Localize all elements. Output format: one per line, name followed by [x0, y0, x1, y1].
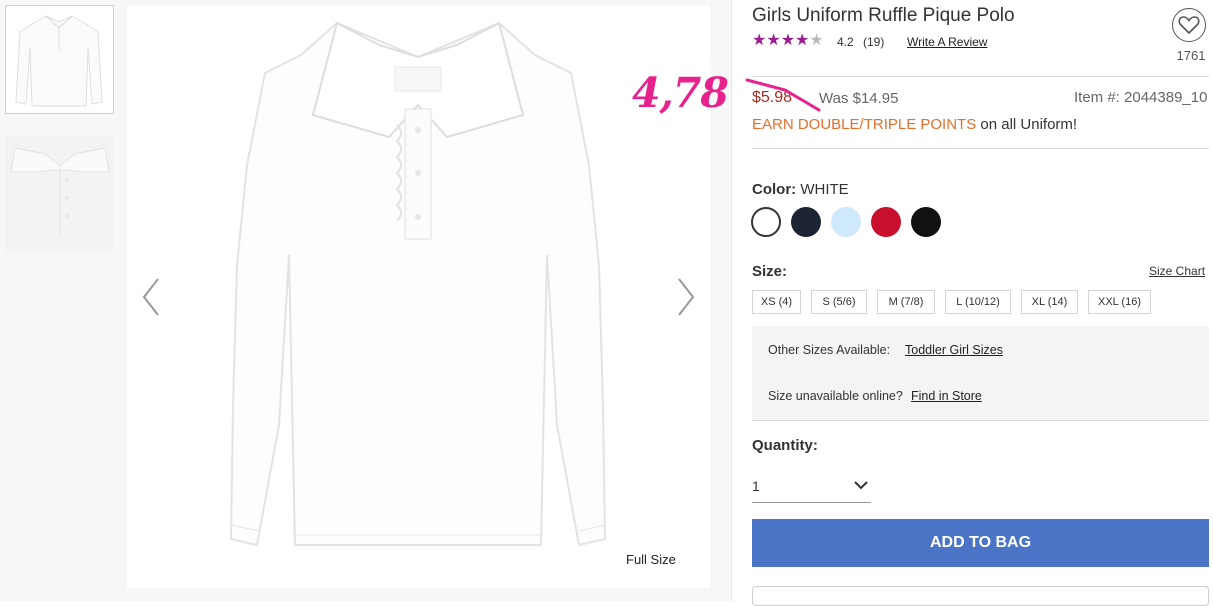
size-unavailable-panel: Size unavailable online? Find in Store	[752, 372, 1209, 420]
other-sizes-panel: Other Sizes Available: Toddler Girl Size…	[752, 326, 1209, 374]
favorite-button[interactable]	[1172, 8, 1206, 42]
star-icon: ★	[780, 32, 796, 49]
star-empty-icon: ★	[809, 32, 824, 49]
rating-value: 4.2	[837, 35, 854, 49]
quantity-label: Quantity:	[752, 437, 818, 454]
handwritten-price-annotation: 4,78	[632, 69, 729, 117]
points-highlight: EARN DOUBLE/TRIPLE POINTS	[752, 116, 977, 133]
add-to-bag-button[interactable]: ADD TO BAG	[752, 519, 1209, 567]
full-size-link[interactable]: Full Size	[626, 552, 676, 567]
toddler-girl-sizes-link[interactable]: Toddler Girl Sizes	[905, 343, 1003, 357]
polo-shirt-image	[229, 21, 607, 547]
points-text: on all Uniform!	[976, 116, 1078, 133]
star-icon: ★	[752, 32, 767, 49]
chevron-down-icon	[854, 481, 868, 490]
chevron-right-icon	[678, 278, 695, 316]
write-review-link[interactable]: Write A Review	[907, 35, 987, 49]
secondary-action-box[interactable]	[752, 586, 1209, 606]
find-in-store-link[interactable]: Find in Store	[911, 389, 982, 403]
favorite-count: 1761	[1176, 48, 1206, 63]
color-swatch-black[interactable]	[911, 207, 941, 237]
main-product-image[interactable]	[127, 5, 710, 588]
review-count[interactable]: (19)	[863, 35, 884, 49]
color-swatch-navy[interactable]	[791, 207, 821, 237]
star-icon: ★	[795, 32, 810, 49]
polo-front-thumbnail-image	[15, 15, 103, 107]
thumbnail-detail[interactable]	[5, 136, 114, 252]
product-title: Girls Uniform Ruffle Pique Polo	[752, 5, 1015, 26]
previous-image-arrow[interactable]	[136, 275, 166, 319]
color-label-text: Color:	[752, 181, 801, 198]
next-image-arrow[interactable]	[671, 275, 701, 319]
color-swatch-white[interactable]	[751, 207, 781, 237]
thumbnail-front[interactable]	[5, 5, 114, 114]
size-option-xs[interactable]: XS (4)	[752, 290, 801, 314]
size-option-xxl[interactable]: XXL (16)	[1088, 290, 1151, 314]
other-sizes-label: Other Sizes Available:	[768, 343, 891, 357]
chevron-left-icon	[142, 278, 159, 316]
selected-color: WHITE	[800, 181, 849, 198]
divider	[752, 148, 1209, 149]
size-option-xl[interactable]: XL (14)	[1021, 290, 1078, 314]
was-price: Was $14.95	[819, 90, 899, 107]
quantity-select[interactable]: 1	[752, 471, 871, 503]
polo-collar-thumbnail-image	[5, 136, 114, 252]
size-unavailable-label: Size unavailable online?	[768, 389, 903, 403]
heart-icon	[1178, 16, 1200, 35]
size-option-s[interactable]: S (5/6)	[811, 290, 867, 314]
rating-stars[interactable]: ★ ★ ★ ★ ★	[752, 32, 824, 50]
size-label: Size:	[752, 263, 788, 280]
color-label: Color: WHITE	[752, 181, 849, 198]
color-swatch-red[interactable]	[871, 207, 901, 237]
size-option-l[interactable]: L (10/12)	[945, 290, 1011, 314]
star-icon: ★	[766, 32, 781, 49]
size-option-m[interactable]: M (7/8)	[877, 290, 935, 314]
color-swatch-light-blue[interactable]	[831, 207, 861, 237]
points-promo: EARN DOUBLE/TRIPLE POINTS on all Uniform…	[752, 116, 1077, 133]
size-chart-link[interactable]: Size Chart	[1149, 264, 1205, 278]
divider	[752, 420, 1209, 421]
item-number: Item #: 2044389_10	[1074, 89, 1208, 106]
quantity-value: 1	[752, 478, 760, 494]
